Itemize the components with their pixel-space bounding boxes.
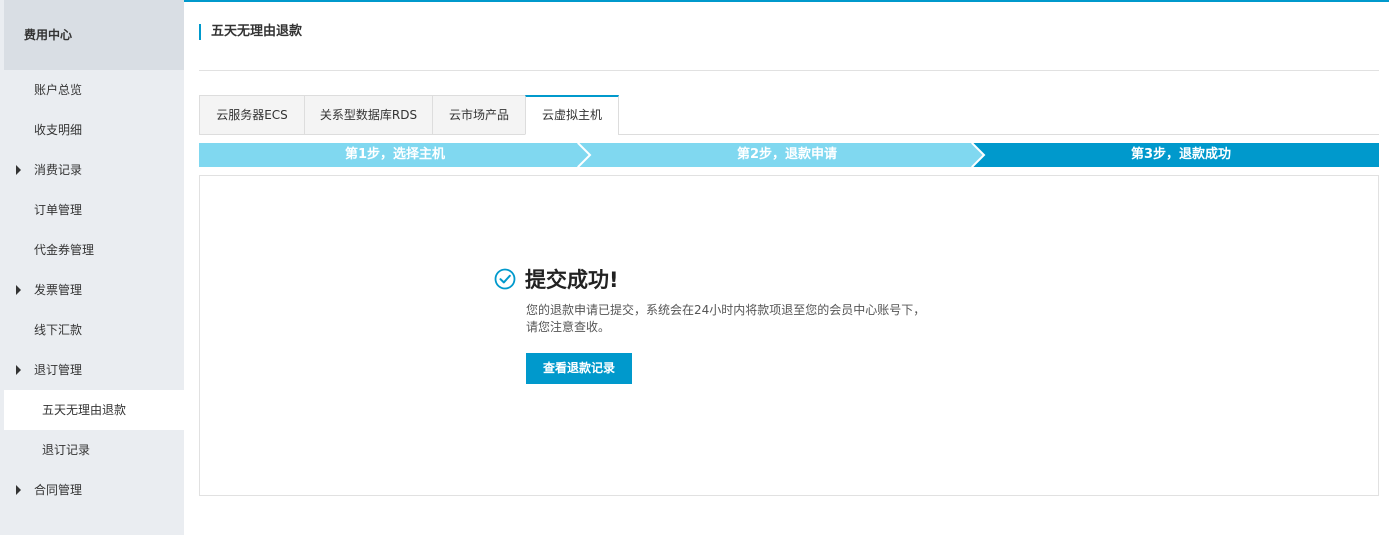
success-message-line-2: 请您注意查收。 <box>526 320 611 334</box>
page-title-accent <box>199 24 201 40</box>
caret-right-icon <box>16 365 21 375</box>
step-1-label: 第1步，选择主机 <box>344 147 446 162</box>
sidebar-item-income-expense[interactable]: 收支明细 <box>0 110 184 150</box>
page-title: 五天无理由退款 <box>211 24 303 39</box>
sidebar-item-label: 五天无理由退款 <box>42 403 127 417</box>
sidebar-item-label: 订单管理 <box>34 203 83 217</box>
step-progress: 第1步，选择主机 第2步，退款申请 第3步，退款成功 <box>199 143 1379 167</box>
sidebar-item-label: 退订记录 <box>42 443 91 457</box>
sidebar-nav: 账户总览 收支明细 消费记录 订单管理 代金券管理 发票管理 线下汇款 退订管理… <box>0 70 184 510</box>
sidebar-item-account-overview[interactable]: 账户总览 <box>0 70 184 110</box>
sidebar-item-five-day-refund[interactable]: 五天无理由退款 <box>4 390 184 430</box>
success-message: 您的退款申请已提交，系统会在24小时内将款项退至您的会员中心账号下， 请您注意查… <box>526 302 946 336</box>
sidebar-item-label: 合同管理 <box>34 483 83 497</box>
tabs-baseline <box>618 134 1379 135</box>
sidebar-item-voucher-management[interactable]: 代金券管理 <box>0 230 184 270</box>
success-title: 提交成功! <box>525 268 619 292</box>
success-message-line-1: 您的退款申请已提交，系统会在24小时内将款项退至您的会员中心账号下， <box>526 303 926 317</box>
top-accent-line <box>0 0 1389 2</box>
caret-right-icon <box>16 165 21 175</box>
sidebar-item-order-management[interactable]: 订单管理 <box>0 190 184 230</box>
step-3-label: 第3步，退款成功 <box>1130 147 1232 162</box>
sidebar-item-invoice-management[interactable]: 发票管理 <box>0 270 184 310</box>
sidebar-item-label: 发票管理 <box>34 283 83 297</box>
sidebar-item-label: 退订管理 <box>34 363 83 377</box>
tab-rds[interactable]: 关系型数据库RDS <box>304 95 433 135</box>
title-divider <box>199 70 1379 71</box>
check-circle-icon <box>494 268 516 290</box>
sidebar-item-unsubscribe-records[interactable]: 退订记录 <box>0 430 184 470</box>
sidebar-item-label: 代金券管理 <box>34 243 95 257</box>
step-2-label: 第2步，退款申请 <box>736 147 838 162</box>
caret-right-icon <box>16 285 21 295</box>
sidebar-header: 费用中心 <box>4 0 184 70</box>
sidebar-item-offline-remittance[interactable]: 线下汇款 <box>0 310 184 350</box>
sidebar-item-label: 收支明细 <box>34 123 83 137</box>
sidebar-item-contract-management[interactable]: 合同管理 <box>0 470 184 510</box>
caret-right-icon <box>16 485 21 495</box>
tab-virtual-host[interactable]: 云虚拟主机 <box>525 95 619 135</box>
sidebar-title: 费用中心 <box>24 28 73 42</box>
tab-cloud-market[interactable]: 云市场产品 <box>432 95 526 135</box>
sidebar-item-consumption-records[interactable]: 消费记录 <box>0 150 184 190</box>
view-refund-records-button[interactable]: 查看退款记录 <box>526 353 632 384</box>
sidebar-item-label: 线下汇款 <box>34 323 83 337</box>
sidebar-item-unsubscribe-management[interactable]: 退订管理 <box>0 350 184 390</box>
sidebar-item-label: 账户总览 <box>34 83 83 97</box>
sidebar-item-label: 消费记录 <box>34 163 83 177</box>
tab-ecs[interactable]: 云服务器ECS <box>199 95 305 135</box>
sidebar: 费用中心 账户总览 收支明细 消费记录 订单管理 代金券管理 发票管理 线下汇款… <box>0 0 184 535</box>
